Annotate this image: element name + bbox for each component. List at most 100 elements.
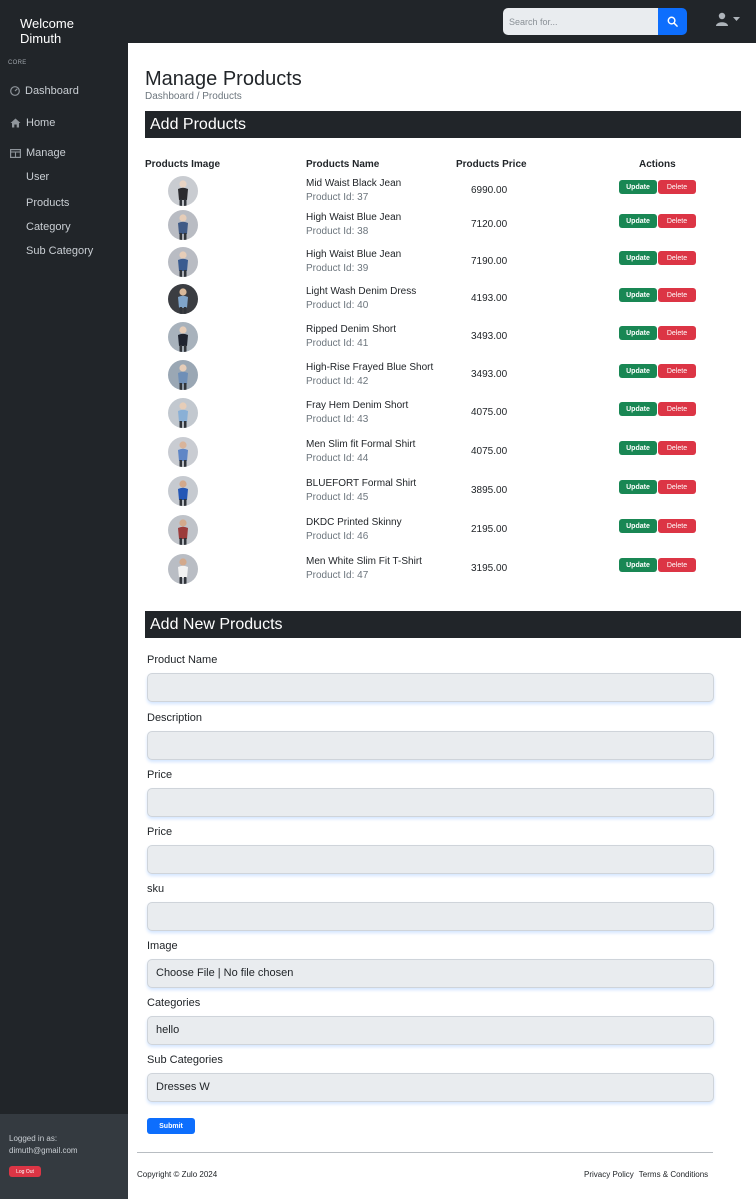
- product-name: Fray Hem Denim Short: [306, 400, 409, 411]
- delete-button[interactable]: Delete: [658, 558, 696, 572]
- table-row: Mid Waist Black Jean Product Id: 37 6990.0…: [145, 176, 741, 214]
- product-id: Product Id: 39: [306, 263, 369, 274]
- table-row: High Waist Blue Jean Product Id: 39 7190.0…: [145, 247, 741, 285]
- product-id: Product Id: 42: [306, 376, 369, 387]
- categories-label: Categories: [147, 997, 201, 1009]
- sidebar-item-label: Home: [26, 117, 56, 129]
- table-row: Fray Hem Denim Short Product Id: 43 4075.0…: [145, 398, 741, 436]
- product-id: Product Id: 40: [306, 300, 369, 311]
- update-button[interactable]: Update: [619, 364, 657, 378]
- product-name: Mid Waist Black Jean: [306, 178, 402, 189]
- product-name-field[interactable]: [147, 673, 714, 702]
- update-button[interactable]: Update: [619, 180, 657, 194]
- product-name: Men White Slim Fit T-Shirt: [306, 556, 422, 567]
- sidebar-item-sub-category[interactable]: Sub Category: [26, 245, 93, 257]
- product-image: [168, 284, 198, 314]
- delete-button[interactable]: Delete: [658, 480, 696, 494]
- table-row: Men White Slim Fit T-Shirt Product Id: 47…: [145, 554, 741, 592]
- table-row: High Waist Blue Jean Product Id: 38 7120.0…: [145, 210, 741, 248]
- product-id: Product Id: 44: [306, 453, 369, 464]
- brand-title[interactable]: Welcome Dimuth: [20, 16, 100, 46]
- delete-button[interactable]: Delete: [658, 519, 696, 533]
- delete-button[interactable]: Delete: [658, 326, 696, 340]
- product-price: 7190.00: [471, 256, 508, 267]
- update-button[interactable]: Update: [619, 480, 657, 494]
- product-name: BLUEFORT Formal Shirt: [306, 478, 417, 489]
- image-file-input[interactable]: Choose File | No file chosen: [147, 959, 714, 988]
- footer-links: Privacy Policy Terms & Conditions: [584, 1170, 708, 1179]
- sidebar-item-products[interactable]: Products: [26, 197, 69, 209]
- product-price: 2195.00: [471, 524, 508, 535]
- sidebar-item-home[interactable]: Home: [10, 117, 55, 129]
- update-button[interactable]: Update: [619, 214, 657, 228]
- product-price: 4075.00: [471, 407, 508, 418]
- column-header-image: Products Image: [145, 159, 221, 170]
- table-row: BLUEFORT Formal Shirt Product Id: 45 3895.…: [145, 476, 741, 514]
- sku-field[interactable]: [147, 902, 714, 931]
- product-id: Product Id: 37: [306, 192, 369, 203]
- delete-button[interactable]: Delete: [658, 364, 696, 378]
- sidebar-item-dashboard[interactable]: Dashboard: [10, 85, 79, 97]
- delete-button[interactable]: Delete: [658, 251, 696, 265]
- page-title: Manage Products: [145, 68, 302, 90]
- description-label: Description: [147, 712, 203, 724]
- update-button[interactable]: Update: [619, 402, 657, 416]
- product-price: 6990.00: [471, 185, 508, 196]
- price-field-2[interactable]: [147, 845, 714, 874]
- table-row: Ripped Denim Short Product Id: 41 3493.00 U…: [145, 322, 741, 360]
- description-field[interactable]: [147, 731, 714, 760]
- product-name: High-Rise Frayed Blue Short: [306, 362, 434, 373]
- delete-button[interactable]: Delete: [658, 441, 696, 455]
- update-button[interactable]: Update: [619, 441, 657, 455]
- product-image: [168, 210, 198, 240]
- product-image: [168, 176, 198, 206]
- price-field[interactable]: [147, 788, 714, 817]
- privacy-policy-link[interactable]: Privacy Policy: [584, 1170, 634, 1179]
- product-image: [168, 437, 198, 467]
- caret-down-icon: [733, 16, 740, 21]
- logout-button[interactable]: Log Out: [9, 1166, 41, 1177]
- product-name: Light Wash Denim Dress: [306, 286, 417, 297]
- delete-button[interactable]: Delete: [658, 402, 696, 416]
- product-image: [168, 247, 198, 277]
- product-price: 7120.00: [471, 219, 508, 230]
- user-icon: [716, 12, 728, 26]
- product-price: 3895.00: [471, 485, 508, 496]
- product-id: Product Id: 41: [306, 338, 369, 349]
- price-label-2: Price: [147, 826, 173, 838]
- update-button[interactable]: Update: [619, 558, 657, 572]
- search-form: [503, 8, 687, 35]
- table-row: Light Wash Denim Dress Product Id: 40 4193…: [145, 284, 741, 322]
- sidebar-item-label: Manage: [26, 147, 66, 159]
- logged-in-email: dimuth@gmail.com: [9, 1146, 78, 1155]
- search-icon: [667, 16, 678, 27]
- product-id: Product Id: 43: [306, 414, 369, 425]
- update-button[interactable]: Update: [619, 288, 657, 302]
- update-button[interactable]: Update: [619, 519, 657, 533]
- footer-divider: [137, 1152, 713, 1153]
- sidebar-item-user[interactable]: User: [26, 171, 49, 183]
- product-price: 4075.00: [471, 446, 508, 457]
- columns-icon: [10, 148, 21, 158]
- product-id: Product Id: 47: [306, 570, 369, 581]
- update-button[interactable]: Update: [619, 251, 657, 265]
- search-input[interactable]: [503, 8, 658, 35]
- sidebar-item-category[interactable]: Category: [26, 221, 71, 233]
- update-button[interactable]: Update: [619, 326, 657, 340]
- user-dropdown[interactable]: [715, 12, 740, 26]
- submit-button[interactable]: Submit: [147, 1118, 195, 1134]
- price-label: Price: [147, 769, 173, 781]
- categories-select[interactable]: hello: [147, 1016, 714, 1045]
- search-button[interactable]: [658, 8, 687, 35]
- terms-link[interactable]: Terms & Conditions: [639, 1170, 708, 1179]
- product-price: 3493.00: [471, 369, 508, 380]
- product-id: Product Id: 46: [306, 531, 369, 542]
- sidebar-item-manage[interactable]: Manage: [10, 147, 66, 159]
- add-products-heading: Add Products: [145, 111, 741, 138]
- sub-categories-select[interactable]: Dresses W: [147, 1073, 714, 1102]
- delete-button[interactable]: Delete: [658, 214, 696, 228]
- delete-button[interactable]: Delete: [658, 180, 696, 194]
- delete-button[interactable]: Delete: [658, 288, 696, 302]
- top-navbar: Welcome Dimuth: [0, 0, 756, 46]
- add-new-products-heading: Add New Products: [145, 611, 741, 638]
